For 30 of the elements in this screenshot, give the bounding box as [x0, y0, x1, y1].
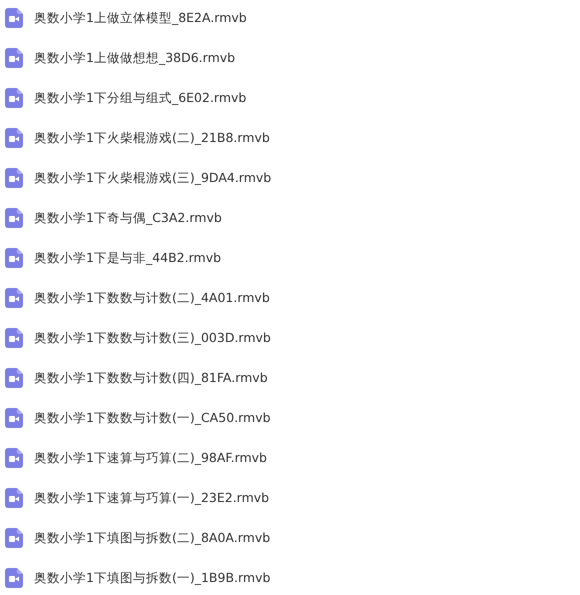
file-name[interactable]: 奥数小学1下填图与拆数(一)_1B9B.rmvb	[34, 568, 270, 588]
file-name[interactable]: 奥数小学1下填图与拆数(二)_8A0A.rmvb	[34, 528, 270, 548]
file-name[interactable]: 奥数小学1下火柴棍游戏(三)_9DA4.rmvb	[34, 168, 272, 188]
video-file-icon	[5, 328, 23, 348]
file-name[interactable]: 奥数小学1下数数与计数(三)_003D.rmvb	[34, 328, 271, 348]
video-file-icon	[5, 248, 23, 268]
video-file-icon	[5, 168, 23, 188]
file-name[interactable]: 奥数小学1上做做想想_38D6.rmvb	[34, 48, 236, 68]
file-name[interactable]: 奥数小学1下分组与组式_6E02.rmvb	[34, 88, 246, 108]
file-name[interactable]: 奥数小学1下速算与巧算(一)_23E2.rmvb	[34, 488, 270, 508]
file-name[interactable]: 奥数小学1下是与非_44B2.rmvb	[34, 248, 222, 268]
file-name[interactable]: 奥数小学1上做立体模型_8E2A.rmvb	[34, 8, 247, 28]
video-file-icon	[5, 128, 23, 148]
video-file-icon	[5, 448, 23, 468]
file-name[interactable]: 奥数小学1下数数与计数(一)_CA50.rmvb	[34, 408, 271, 428]
file-name[interactable]: 奥数小学1下火柴棍游戏(二)_21B8.rmvb	[34, 128, 270, 148]
video-file-icon	[5, 408, 23, 428]
file-name[interactable]: 奥数小学1下数数与计数(四)_81FA.rmvb	[34, 368, 268, 388]
video-file-icon	[5, 368, 23, 388]
video-file-icon	[5, 208, 23, 228]
video-file-icon	[5, 8, 23, 28]
video-file-icon	[5, 528, 23, 548]
video-file-icon	[5, 88, 23, 108]
video-file-icon	[5, 48, 23, 68]
video-file-icon	[5, 288, 23, 308]
file-name[interactable]: 奥数小学1下奇与偶_C3A2.rmvb	[34, 208, 222, 228]
file-name[interactable]: 奥数小学1下数数与计数(二)_4A01.rmvb	[34, 288, 270, 308]
video-file-icon	[5, 488, 23, 508]
video-file-icon	[5, 568, 23, 588]
file-name[interactable]: 奥数小学1下速算与巧算(二)_98AF.rmvb	[34, 448, 267, 468]
